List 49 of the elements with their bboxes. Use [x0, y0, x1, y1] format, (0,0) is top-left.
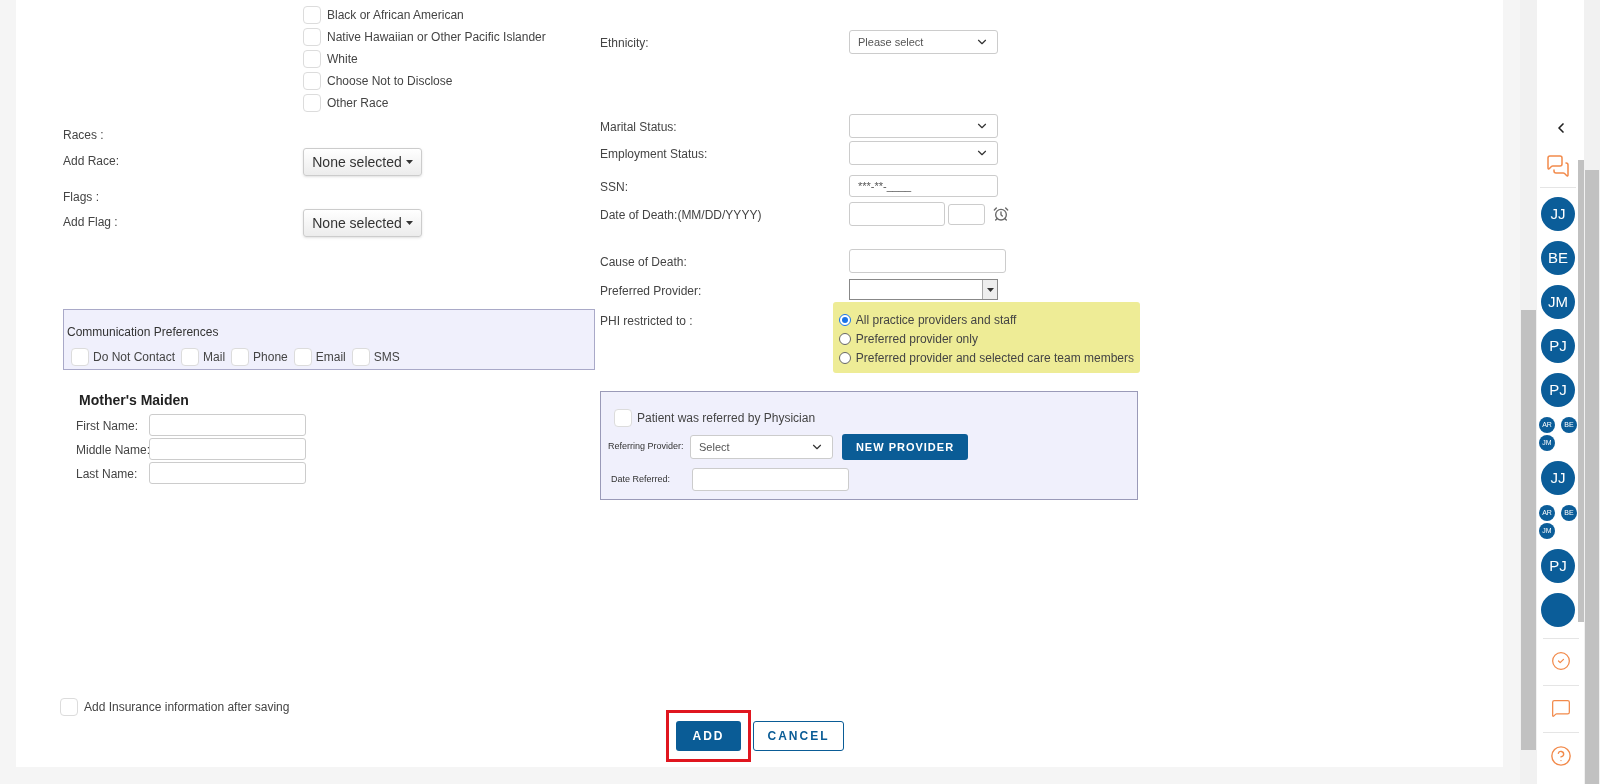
- cancel-button[interactable]: CANCEL: [753, 721, 844, 751]
- field-label: Add Flag :: [63, 215, 118, 229]
- field-label: Flags :: [63, 190, 99, 204]
- field-label: Preferred provider and selected care team members: [855, 350, 1134, 367]
- avatar[interactable]: JJ: [1541, 461, 1575, 495]
- field-label: SMS: [373, 349, 400, 366]
- field-label: Marital Status:: [600, 120, 677, 134]
- avatar[interactable]: BE: [1541, 241, 1575, 275]
- field-label: Middle Name:: [76, 442, 151, 457]
- avatar[interactable]: PJ: [1541, 549, 1575, 583]
- field-label: Do Not Contact: [93, 349, 176, 366]
- dropdown-button[interactable]: None selected: [303, 209, 422, 237]
- avatar[interactable]: JM: [1541, 285, 1575, 319]
- field-label: Date of Death:(MM/DD/YYYY): [600, 208, 762, 222]
- new-provider-button[interactable]: NEW PROVIDER: [842, 434, 968, 460]
- field-label: Preferred Provider:: [600, 283, 702, 298]
- field-label: Date Referred:: [610, 472, 672, 486]
- field-label: All practice providers and staff: [855, 312, 1017, 329]
- field-label: Other Race: [327, 95, 389, 112]
- field-label: SSN:: [600, 180, 628, 194]
- select-field[interactable]: Select: [690, 435, 833, 459]
- field-label: Mail: [203, 349, 226, 366]
- dropdown-button[interactable]: None selected: [303, 148, 422, 176]
- field-label: Referring Provider:: [608, 440, 685, 454]
- field-label: Last Name:: [76, 466, 138, 481]
- field-label: First Name:: [76, 418, 138, 433]
- field-label: Choose Not to Disclose: [327, 73, 453, 90]
- avatar[interactable]: PJ: [1541, 329, 1575, 363]
- field-label: Employment Status:: [600, 147, 708, 161]
- field-label: White: [327, 51, 358, 68]
- avatar[interactable]: PJ: [1541, 373, 1575, 407]
- field-label: Cause of Death:: [600, 255, 687, 269]
- field-label: Phone: [253, 349, 288, 366]
- field-label: Add Insurance information after saving: [84, 699, 290, 716]
- select-field[interactable]: Please select: [849, 30, 998, 54]
- field-label: Races :: [63, 128, 104, 142]
- section-heading: Mother's Maiden: [79, 392, 189, 408]
- field-label: Ethnicity:: [600, 36, 649, 50]
- avatar[interactable]: JJ: [1541, 197, 1575, 231]
- input-field[interactable]: ***-**-____: [849, 175, 998, 197]
- field-label: Native Hawaiian or Other Pacific Islander: [327, 29, 546, 46]
- field-label: Email: [315, 349, 346, 366]
- panel-title: Communication Preferences: [67, 325, 219, 339]
- add-button[interactable]: ADD: [676, 721, 741, 751]
- field-label: Patient was referred by Physician: [637, 410, 816, 427]
- field-label: Black or African American: [327, 7, 464, 24]
- field-label: Add Race:: [63, 154, 120, 168]
- field-label: Preferred provider only: [855, 331, 978, 348]
- field-label: PHI restricted to :: [600, 314, 693, 328]
